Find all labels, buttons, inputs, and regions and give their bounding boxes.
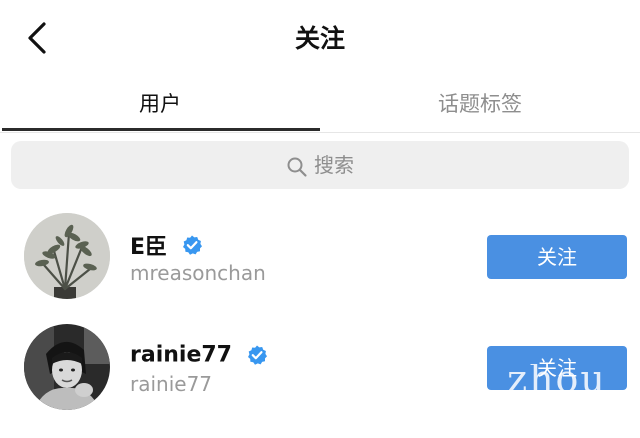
list-item: E臣 mreasonchan 关注 [0, 205, 640, 305]
tab-users[interactable]: 用户 [0, 86, 320, 122]
user-name-line: rainie77 [130, 342, 268, 368]
watermark-text: zhou [507, 364, 607, 394]
user-name-line: E臣 [130, 229, 203, 261]
verified-badge-icon [182, 235, 202, 255]
portrait-avatar-image [24, 324, 110, 410]
tab-bar: 用户 话题标签 [0, 76, 640, 133]
display-name[interactable]: E臣 [130, 235, 167, 260]
page-title: 关注 [294, 24, 345, 53]
display-name[interactable]: rainie77 [130, 343, 232, 368]
search-content: 搜索 [11, 152, 629, 178]
search-input[interactable]: 搜索 [11, 141, 629, 189]
top-bar: 关注 [0, 0, 640, 76]
active-tab-indicator [2, 128, 320, 131]
tab-hashtags[interactable]: 话题标签 [320, 86, 640, 122]
search-icon [287, 157, 307, 177]
avatar[interactable] [24, 213, 110, 299]
avatar[interactable] [24, 324, 110, 410]
follow-button[interactable]: 关注 [487, 235, 627, 279]
search-placeholder: 搜索 [314, 153, 354, 177]
plant-avatar-image [24, 213, 110, 299]
user-handle: mreasonchan [130, 261, 266, 285]
verified-badge-icon [247, 345, 267, 365]
user-handle: rainie77 [130, 372, 213, 396]
